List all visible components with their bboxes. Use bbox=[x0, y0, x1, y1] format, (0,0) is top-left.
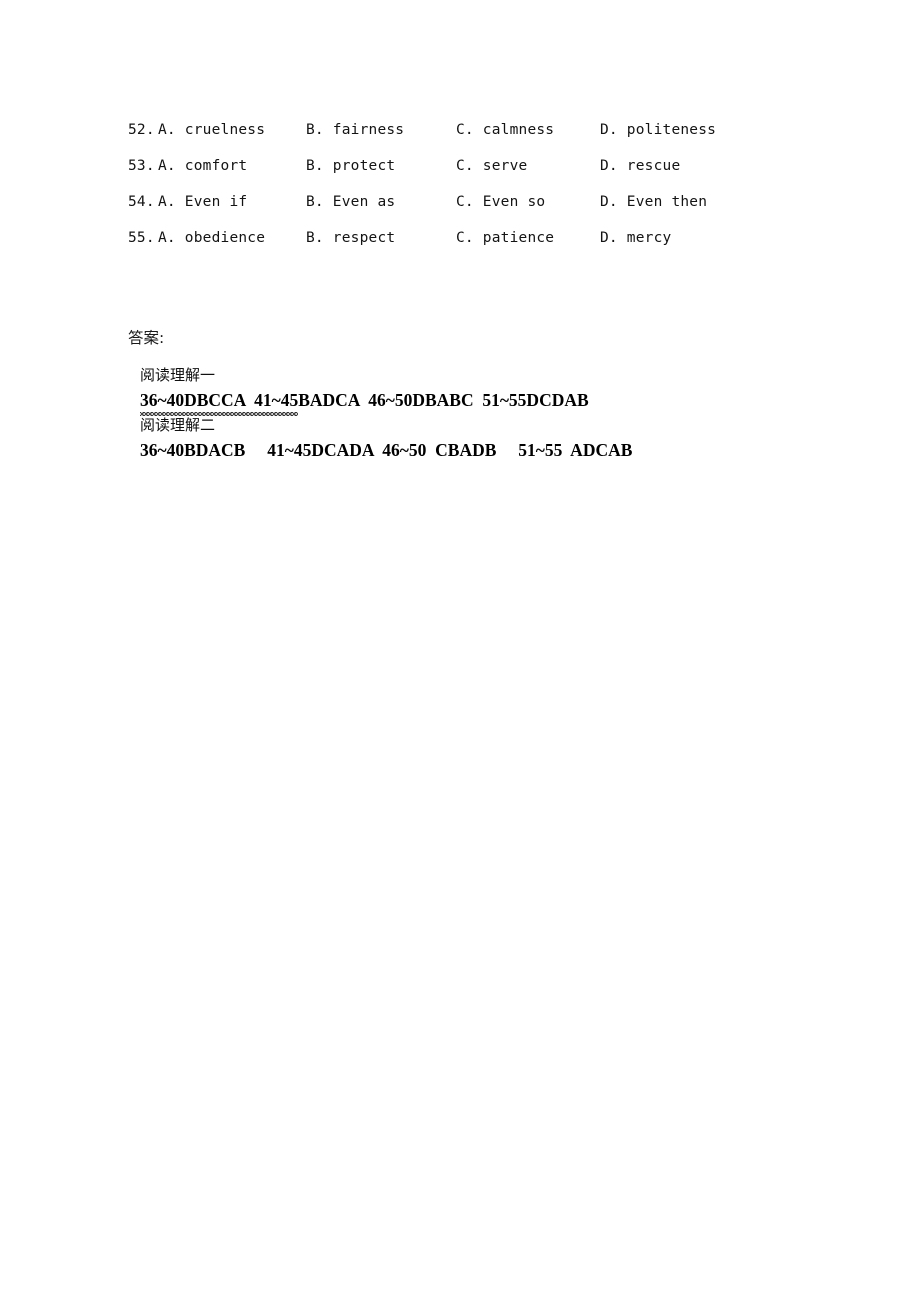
option-b[interactable]: B. respect bbox=[306, 226, 395, 250]
question-number: 53. bbox=[128, 158, 155, 174]
answers-label: 答案: bbox=[128, 329, 165, 347]
question-number: 52. bbox=[128, 122, 155, 138]
option-b[interactable]: B. fairness bbox=[306, 118, 404, 142]
option-c[interactable]: C. serve bbox=[456, 154, 527, 178]
option-a[interactable]: A. obedience bbox=[158, 226, 265, 250]
option-b[interactable]: B. Even as bbox=[306, 190, 395, 214]
answer-line-1-rest: BADCA 46~50DBABC 51~55DCDAB bbox=[298, 390, 589, 410]
answer-key-block: 阅读理解一 36~40DBCCA 41~45BADCA 46~50DBABC 5… bbox=[140, 363, 840, 463]
option-d[interactable]: D. rescue bbox=[600, 154, 680, 178]
spellcheck-squiggle-underline: 36~40DBCCA 41~45 bbox=[140, 388, 299, 416]
question-number: 55. bbox=[128, 230, 155, 246]
question-row-53: 53. A. comfort B. protect C. serve D. re… bbox=[128, 154, 888, 190]
question-row-52: 52. A. cruelness B. fairness C. calmness… bbox=[128, 118, 888, 154]
option-d[interactable]: D. mercy bbox=[600, 226, 671, 250]
multiple-choice-block: 52. A. cruelness B. fairness C. calmness… bbox=[128, 118, 888, 262]
option-a[interactable]: A. comfort bbox=[158, 154, 247, 178]
question-number: 54. bbox=[128, 194, 155, 210]
option-b[interactable]: B. protect bbox=[306, 154, 395, 178]
question-row-54: 54. A. Even if B. Even as C. Even so D. … bbox=[128, 190, 888, 226]
answer-section-heading-2: 阅读理解二 bbox=[140, 416, 216, 434]
answer-line-1: 36~40DBCCA 41~45BADCA 46~50DBABC 51~55DC… bbox=[140, 388, 840, 416]
option-d[interactable]: D. Even then bbox=[600, 190, 707, 214]
answer-section-heading-1: 阅读理解一 bbox=[140, 366, 216, 384]
option-c[interactable]: C. patience bbox=[456, 226, 554, 250]
option-c[interactable]: C. Even so bbox=[456, 190, 545, 214]
option-a[interactable]: A. Even if bbox=[158, 190, 247, 214]
question-row-55: 55. A. obedience B. respect C. patience … bbox=[128, 226, 888, 262]
option-d[interactable]: D. politeness bbox=[600, 118, 716, 142]
document-page: 52. A. cruelness B. fairness C. calmness… bbox=[0, 0, 920, 1302]
option-a[interactable]: A. cruelness bbox=[158, 118, 265, 142]
answer-line-2: 36~40BDACB 41~45DCADA 46~50 CBADB 51~55 … bbox=[140, 440, 633, 460]
option-c[interactable]: C. calmness bbox=[456, 118, 554, 142]
